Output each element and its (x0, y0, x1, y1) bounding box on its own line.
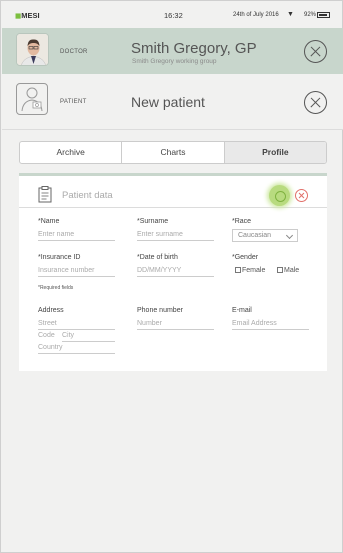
patient-name: New patient (131, 94, 205, 110)
card-header: Patient data (19, 176, 327, 208)
app-frame: ◼MESI 16:32 24th of July 2016 ▼ 92% DOCT… (0, 0, 343, 553)
doctor-avatar (16, 33, 49, 66)
insurance-input[interactable]: Insurance number (38, 265, 115, 277)
confirm-button[interactable] (269, 185, 290, 206)
surname-input[interactable]: Enter surname (137, 229, 214, 241)
battery-percent: 92% (304, 12, 317, 18)
patient-bar: PATIENT New patient (2, 74, 343, 130)
tab-profile[interactable]: Profile (224, 142, 326, 163)
address-label: Address (38, 307, 64, 314)
brand-logo: ◼MESI (15, 11, 40, 20)
checkbox-icon (277, 267, 283, 273)
race-value: Caucasian (238, 232, 272, 239)
name-input[interactable]: Enter name (38, 229, 115, 241)
battery-icon (317, 12, 330, 18)
race-label: *Race (232, 218, 252, 225)
dob-input[interactable]: DD/MM/YYYY (137, 265, 214, 277)
patient-role-label: PATIENT (60, 99, 87, 105)
gender-female-checkbox[interactable]: Female (235, 267, 265, 274)
date: 24th of July 2016 (233, 12, 279, 18)
gender-male-checkbox[interactable]: Male (277, 267, 299, 274)
street-input[interactable]: Street (38, 318, 115, 330)
card-title: Patient data (62, 190, 113, 201)
city-input[interactable]: City (62, 330, 115, 342)
patient-data-card: Patient data *Name Enter name *Surname E… (19, 173, 327, 371)
brand-name: MESI (21, 11, 40, 20)
doctor-group: Smith Gregory working group (132, 58, 217, 65)
doctor-name: Smith Gregory, GP (131, 40, 257, 57)
doctor-close-icon[interactable] (304, 40, 327, 63)
required-note: *Required fields (38, 285, 74, 291)
doctor-role-label: DOCTOR (60, 49, 88, 55)
patient-close-icon[interactable] (304, 91, 327, 114)
chevron-down-icon (285, 231, 294, 240)
phone-input[interactable]: Number (137, 318, 214, 330)
wifi-icon: ▼ (287, 11, 294, 18)
clipboard-icon (38, 186, 52, 208)
tab-charts[interactable]: Charts (122, 142, 225, 163)
tab-archive[interactable]: Archive (20, 142, 123, 163)
name-label: *Name (38, 218, 60, 225)
gender-label: *Gender (232, 254, 259, 261)
status-bar: ◼MESI 16:32 24th of July 2016 ▼ 92% (1, 8, 343, 26)
cancel-icon[interactable] (295, 189, 308, 202)
race-select[interactable]: Caucasian (232, 229, 298, 242)
phone-label: Phone number (137, 307, 183, 314)
email-input[interactable]: Email Address (232, 318, 309, 330)
gender-female-label: Female (242, 267, 266, 274)
dob-label: *Date of birth (137, 254, 178, 261)
clock: 16:32 (164, 11, 183, 20)
checkbox-icon (235, 267, 241, 273)
email-label: E-mail (232, 307, 252, 314)
gender-male-label: Male (284, 267, 300, 274)
tab-bar: Archive Charts Profile (19, 141, 327, 164)
surname-label: *Surname (137, 218, 169, 225)
country-input[interactable]: Country (38, 342, 115, 354)
doctor-bar[interactable]: DOCTOR Smith Gregory, GP Smith Gregory w… (2, 28, 343, 74)
patient-avatar-icon (16, 83, 48, 115)
insurance-label: *Insurance ID (38, 254, 81, 261)
